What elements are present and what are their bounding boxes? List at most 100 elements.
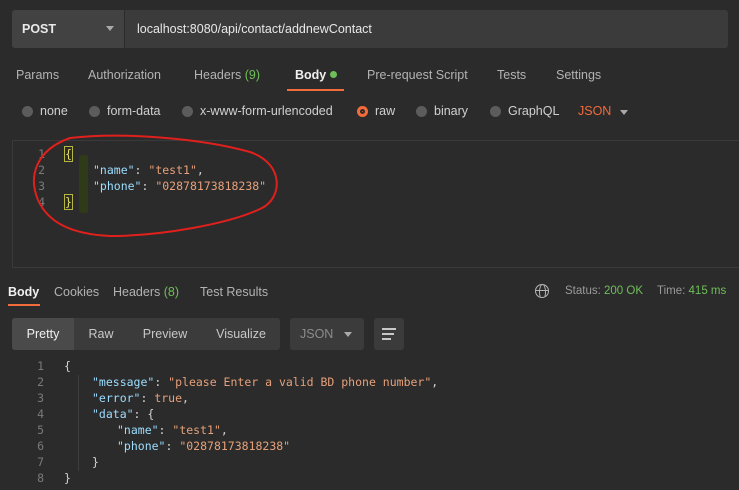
line-number: 4	[37, 407, 44, 421]
response-tab-headers-count: (8)	[163, 285, 180, 299]
code-line: "name": "test1",	[117, 423, 228, 437]
response-body-viewer[interactable]: 1 2 3 4 5 6 7 8 { "message": "please Ent…	[12, 358, 739, 490]
radio-none[interactable]: none	[22, 104, 68, 118]
response-tab-cookies[interactable]: Cookies	[54, 285, 99, 299]
json-key: "name"	[117, 423, 159, 437]
json-brace: {	[64, 146, 73, 162]
radio-icon	[490, 105, 501, 117]
tab-body[interactable]: Body	[295, 68, 338, 82]
code-line: "name": "test1",	[93, 163, 204, 177]
line-number: 6	[37, 439, 44, 453]
line-number: 1	[37, 359, 44, 373]
response-format-select[interactable]: JSON	[290, 318, 364, 350]
json-key: "error"	[92, 391, 141, 405]
body-language-select[interactable]: JSON	[578, 104, 611, 118]
response-view-toggle: Pretty Raw Preview Visualize	[12, 318, 280, 350]
radio-icon	[416, 105, 427, 117]
globe-icon[interactable]	[535, 284, 549, 298]
status-value: 200 OK	[604, 285, 644, 297]
line-number: 3	[38, 179, 45, 193]
json-brace: {	[147, 407, 155, 421]
chevron-down-icon	[106, 26, 114, 31]
tab-params[interactable]: Params	[16, 68, 59, 82]
code-line: "error": true,	[92, 391, 189, 405]
radio-binary-label: binary	[434, 104, 469, 118]
tab-tests[interactable]: Tests	[497, 68, 526, 82]
chevron-down-icon[interactable]	[620, 110, 628, 115]
request-body-editor[interactable]: 1 2 3 4 { "name": "test1", "phone": "028…	[12, 140, 739, 268]
indent-guide	[78, 375, 79, 471]
code-line: "phone": "02878173818238"	[117, 439, 291, 453]
view-visualize-button[interactable]: Visualize	[202, 318, 280, 350]
view-preview-button[interactable]: Preview	[128, 318, 202, 350]
line-number: 5	[37, 423, 44, 437]
response-tab-headers-label: Headers	[113, 285, 161, 299]
radio-urlencoded[interactable]: x-www-form-urlencoded	[182, 104, 333, 118]
radio-icon	[22, 105, 33, 117]
url-text: localhost:8080/api/contact/addnewContact	[137, 22, 372, 36]
json-brace: }	[64, 471, 71, 485]
radio-urlencoded-label: x-www-form-urlencoded	[200, 104, 333, 118]
json-boolean: true	[154, 391, 183, 405]
json-string: "please Enter a valid BD phone number"	[168, 375, 432, 389]
radio-raw-label: raw	[375, 104, 396, 118]
active-tab-indicator	[287, 89, 344, 91]
response-time: Time: 415 ms	[657, 285, 726, 297]
tab-headers[interactable]: Headers (9)	[194, 68, 260, 82]
status-label: Status:	[565, 285, 601, 297]
radio-form-data[interactable]: form-data	[89, 104, 161, 118]
code-line: {	[64, 358, 71, 374]
code-line: "phone": "02878173818238"	[93, 179, 267, 193]
code-line: }	[64, 194, 73, 210]
json-brace: }	[92, 455, 99, 469]
radio-selected-icon	[357, 105, 368, 117]
response-status: Status: 200 OK	[565, 285, 643, 297]
response-tab-headers[interactable]: Headers (8)	[113, 285, 179, 299]
radio-icon	[182, 105, 193, 117]
code-line: "message": "please Enter a valid BD phon…	[92, 375, 439, 389]
line-number: 3	[37, 391, 44, 405]
active-tab-indicator	[8, 304, 40, 306]
radio-icon	[89, 105, 100, 117]
json-key: "phone"	[93, 179, 142, 193]
response-tab-body[interactable]: Body	[8, 285, 39, 299]
tab-headers-count: (9)	[244, 68, 261, 82]
line-number: 7	[37, 455, 44, 469]
json-string: "02878173818238"	[155, 179, 267, 193]
wrap-lines-button[interactable]	[374, 318, 404, 350]
json-key: "data"	[92, 407, 134, 421]
code-line: {	[64, 146, 73, 162]
highlight-marker	[79, 155, 88, 213]
line-number: 1	[38, 147, 45, 161]
url-input[interactable]: localhost:8080/api/contact/addnewContact	[125, 10, 728, 48]
view-raw-button[interactable]: Raw	[74, 318, 128, 350]
code-line: }	[92, 454, 99, 470]
tab-authorization[interactable]: Authorization	[88, 68, 161, 82]
tab-prerequest-script[interactable]: Pre-request Script	[367, 68, 468, 82]
line-number: 4	[38, 195, 45, 209]
chevron-down-icon	[344, 332, 352, 337]
request-url-bar: POST localhost:8080/api/contact/addnewCo…	[12, 10, 728, 48]
json-brace: }	[64, 194, 73, 210]
radio-binary[interactable]: binary	[416, 104, 468, 118]
tab-headers-label: Headers	[194, 68, 242, 82]
json-string: "test1"	[172, 423, 221, 437]
radio-graphql[interactable]: GraphQL	[490, 104, 559, 118]
json-key: "name"	[93, 163, 135, 177]
tab-settings[interactable]: Settings	[556, 68, 601, 82]
view-pretty-button[interactable]: Pretty	[12, 318, 74, 350]
method-select[interactable]: POST	[12, 10, 125, 48]
radio-none-label: none	[40, 104, 68, 118]
line-number: 2	[37, 375, 44, 389]
json-string: "test1"	[148, 163, 197, 177]
radio-form-data-label: form-data	[107, 104, 161, 118]
response-tab-test-results[interactable]: Test Results	[200, 285, 268, 299]
json-key: "message"	[92, 375, 155, 389]
line-number: 2	[38, 163, 45, 177]
line-number: 8	[37, 471, 44, 485]
code-line: }	[64, 470, 71, 486]
response-format-label: JSON	[300, 327, 334, 341]
body-mode-group: none form-data x-www-form-urlencoded raw…	[0, 100, 739, 124]
code-line: "data": {	[92, 407, 155, 421]
radio-raw[interactable]: raw	[357, 104, 395, 118]
